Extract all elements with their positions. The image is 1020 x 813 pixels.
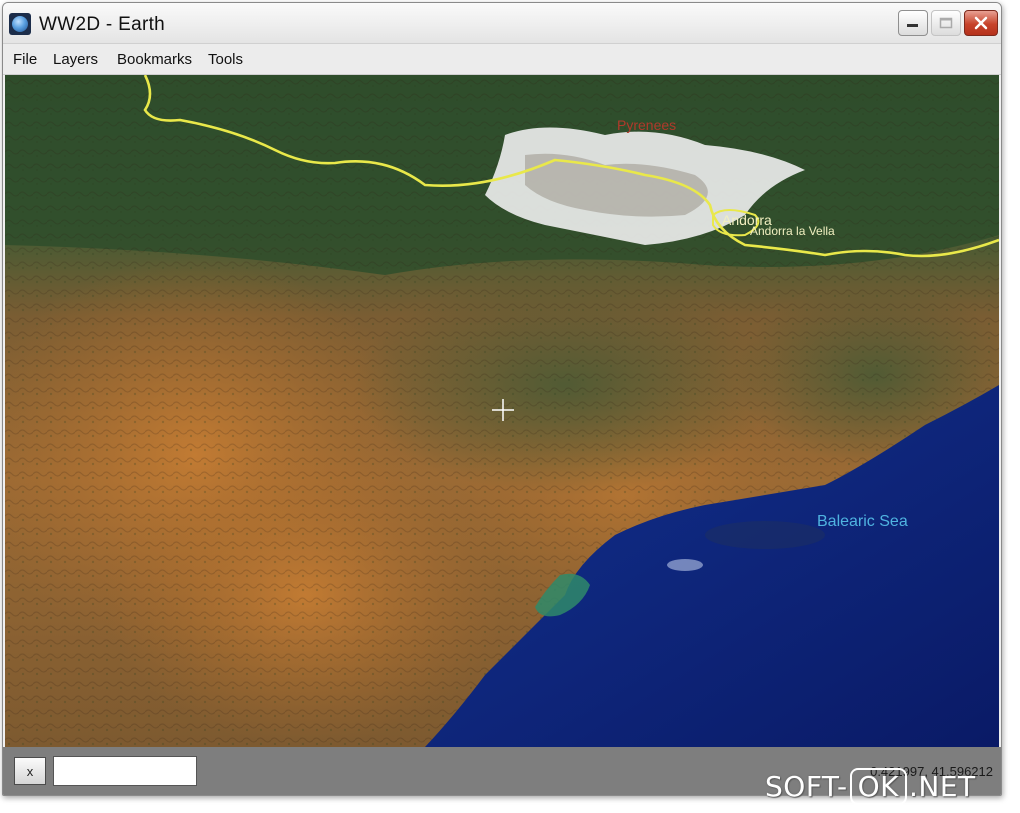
- minimize-icon: [907, 24, 918, 27]
- globe-icon: [9, 13, 31, 35]
- menu-tools[interactable]: Tools: [208, 51, 243, 68]
- minimize-button[interactable]: [898, 10, 928, 36]
- sea-shadow: [705, 521, 825, 549]
- clear-button[interactable]: x: [14, 757, 46, 785]
- watermark-right: .NET: [908, 770, 976, 803]
- sea-glint: [667, 559, 703, 571]
- menu-bookmarks[interactable]: Bookmarks: [117, 51, 192, 68]
- title-bar[interactable]: WW2D - Earth: [3, 3, 1001, 44]
- map-view[interactable]: Pyrenees Andorra Andorra la Vella Balear…: [5, 75, 999, 747]
- close-button[interactable]: [964, 10, 998, 36]
- window-title: WW2D - Earth: [39, 14, 166, 35]
- label-andorra-la-vella: Andorra la Vella: [750, 224, 835, 238]
- close-icon: [974, 16, 988, 30]
- menu-layers[interactable]: Layers: [53, 51, 98, 68]
- maximize-button[interactable]: [931, 10, 961, 36]
- menu-bar: File Layers Bookmarks Tools: [3, 44, 1001, 75]
- watermark: SOFT- OK .NET: [765, 768, 976, 805]
- satellite-map[interactable]: Pyrenees Andorra Andorra la Vella Balear…: [5, 75, 999, 747]
- watermark-middle: OK: [849, 768, 907, 805]
- menu-file[interactable]: File: [13, 51, 37, 68]
- watermark-left: SOFT-: [765, 770, 848, 803]
- search-input[interactable]: [53, 756, 197, 786]
- maximize-icon: [939, 17, 953, 29]
- app-window: WW2D - Earth File Layers Bookmarks Tools: [2, 2, 1002, 796]
- label-sea: Balearic Sea: [817, 513, 908, 530]
- label-pyrenees: Pyrenees: [617, 117, 676, 133]
